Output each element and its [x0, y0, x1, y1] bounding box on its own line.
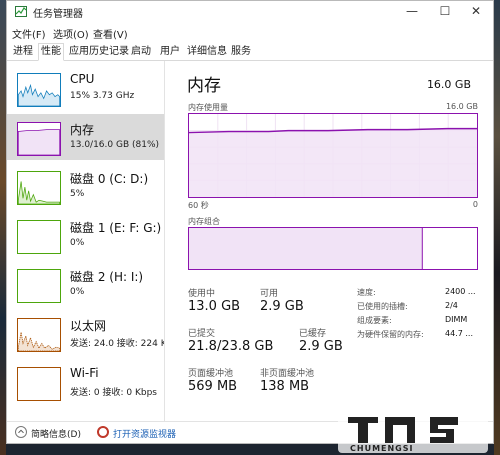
window-title: 任务管理器 — [33, 9, 83, 20]
usage-graph-label: 内存使用量 — [188, 103, 228, 112]
total-capacity: 16.0 GB — [426, 78, 471, 91]
paged-pool-value: 569 MB — [188, 379, 238, 394]
close-button[interactable]: ✕ — [461, 1, 491, 23]
sidebar-item-label: Wi-Fi — [70, 366, 99, 380]
available-value: 2.9 GB — [260, 299, 304, 314]
sidebar-item-detail: 0% — [70, 238, 85, 248]
sidebar-item-label: 内存 — [70, 123, 95, 137]
maximize-button[interactable]: ☐ — [430, 1, 460, 23]
sidebar-item-label: 以太网 — [70, 319, 107, 333]
tab-bar: 进程 性能 应用历史记录 启动 用户 详细信息 服务 — [7, 41, 493, 61]
composition-label: 内存组合 — [188, 217, 220, 226]
spec-form-factor-label: 组成要素: — [357, 316, 392, 325]
disk-1-thumbnail-graph — [17, 220, 61, 254]
menu-file[interactable]: 文件(F) — [12, 26, 46, 41]
nonpaged-pool-value: 138 MB — [260, 379, 310, 394]
time-axis-end: 0 — [472, 200, 478, 209]
menu-view[interactable]: 查看(V) — [93, 26, 128, 41]
tab-performance[interactable]: 性能 — [38, 43, 64, 61]
tab-users[interactable]: 用户 — [157, 43, 183, 61]
memory-usage-graph — [188, 113, 478, 198]
memory-composition-bar — [188, 227, 478, 270]
resource-monitor-icon — [97, 426, 109, 438]
tab-processes[interactable]: 进程 — [10, 43, 36, 61]
tab-startup[interactable]: 启动 — [128, 43, 154, 61]
sidebar-item-disk-1[interactable]: 磁盘 1 (E: F: G:) 0% — [7, 212, 164, 258]
spec-reserved-label: 为硬件保留的内存: — [357, 330, 424, 339]
cached-value: 2.9 GB — [299, 339, 343, 354]
sidebar-item-label: 磁盘 0 (C: D:) — [70, 172, 149, 186]
sidebar-item-label: CPU — [70, 72, 95, 86]
page-title: 内存 — [187, 76, 221, 96]
sidebar-item-detail: 15% 3.73 GHz — [70, 91, 135, 101]
memory-thumbnail-graph — [17, 122, 61, 156]
ethernet-thumbnail-graph — [17, 318, 61, 352]
in-use-value: 13.0 GB — [188, 299, 241, 314]
watermark-brand: CHUMENGSI — [350, 444, 414, 453]
sidebar-item-label: 磁盘 1 (E: F: G:) — [70, 221, 162, 235]
committed-value: 21.8/23.8 GB — [188, 339, 274, 354]
task-manager-window: 任务管理器 — ☐ ✕ 文件(F) 选项(O) 查看(V) 进程 性能 应用历史… — [6, 0, 494, 444]
sidebar-item-label: 磁盘 2 (H: I:) — [70, 270, 144, 284]
sidebar-item-detail: 13.0/16.0 GB (81%) — [70, 140, 160, 150]
fewer-details-link[interactable]: 简略信息(D) — [31, 427, 81, 440]
sidebar-item-detail: 发送: 24.0 接收: 224 K — [70, 339, 165, 349]
cached-label: 已缓存 — [299, 329, 327, 339]
sidebar-item-disk-0[interactable]: 磁盘 0 (C: D:) 5% — [7, 163, 164, 209]
time-axis-start: 60 秒 — [188, 201, 209, 210]
sidebar-item-ethernet[interactable]: 以太网 发送: 24.0 接收: 224 K — [7, 310, 164, 356]
minimize-button[interactable]: — — [397, 1, 427, 23]
disk-0-thumbnail-graph — [17, 171, 61, 205]
tab-app-history[interactable]: 应用历史记录 — [66, 43, 132, 61]
menu-options[interactable]: 选项(O) — [53, 26, 89, 41]
memory-detail-pane: 内存 16.0 GB 内存使用量 16.0 GB 60 秒 0 内存组合 使用中 — [175, 61, 487, 421]
open-resource-monitor-link[interactable]: 打开资源监视器 — [113, 427, 176, 440]
task-manager-app-icon — [15, 6, 27, 17]
cpu-thumbnail-graph — [17, 73, 61, 107]
committed-label: 已提交 — [188, 329, 216, 339]
title-bar[interactable]: 任务管理器 — ☐ ✕ — [7, 1, 493, 23]
in-use-label: 使用中 — [188, 289, 216, 299]
sidebar-item-memory[interactable]: 内存 13.0/16.0 GB (81%) — [7, 114, 164, 160]
disk-2-thumbnail-graph — [17, 269, 61, 303]
spec-speed-value: 2400 ... — [445, 287, 476, 296]
sidebar-item-detail: 发送: 0 接收: 0 Kbps — [70, 388, 157, 398]
usage-graph-max: 16.0 GB — [445, 102, 478, 111]
spec-reserved-value: 44.7 ... — [445, 329, 473, 338]
desktop-background-right — [494, 0, 500, 455]
tab-services[interactable]: 服务 — [228, 43, 254, 61]
tab-details[interactable]: 详细信息 — [184, 43, 230, 61]
available-label: 可用 — [260, 289, 279, 299]
watermark-logo: CHUMENGSI — [338, 407, 488, 453]
sidebar-item-disk-2[interactable]: 磁盘 2 (H: I:) 0% — [7, 261, 164, 307]
spec-speed-label: 速度: — [357, 288, 376, 297]
sidebar-item-detail: 5% — [70, 189, 85, 199]
sidebar-item-detail: 0% — [70, 287, 85, 297]
wifi-thumbnail-graph — [17, 367, 61, 401]
spec-form-factor-value: DIMM — [445, 315, 468, 324]
spec-slots-label: 已使用的插槽: — [357, 302, 408, 311]
nonpaged-pool-label: 非页面缓冲池 — [260, 369, 315, 379]
sidebar-item-wifi[interactable]: Wi-Fi 发送: 0 接收: 0 Kbps — [7, 359, 164, 405]
paged-pool-label: 页面缓冲池 — [188, 369, 234, 379]
collapse-chevron-icon[interactable] — [15, 426, 27, 438]
sidebar-item-cpu[interactable]: CPU 15% 3.73 GHz — [7, 65, 164, 111]
spec-slots-value: 2/4 — [445, 301, 458, 310]
menu-bar: 文件(F) 选项(O) 查看(V) — [7, 24, 493, 41]
resource-sidebar: CPU 15% 3.73 GHz 内存 13.0/16.0 GB (81%) 磁… — [7, 61, 165, 421]
